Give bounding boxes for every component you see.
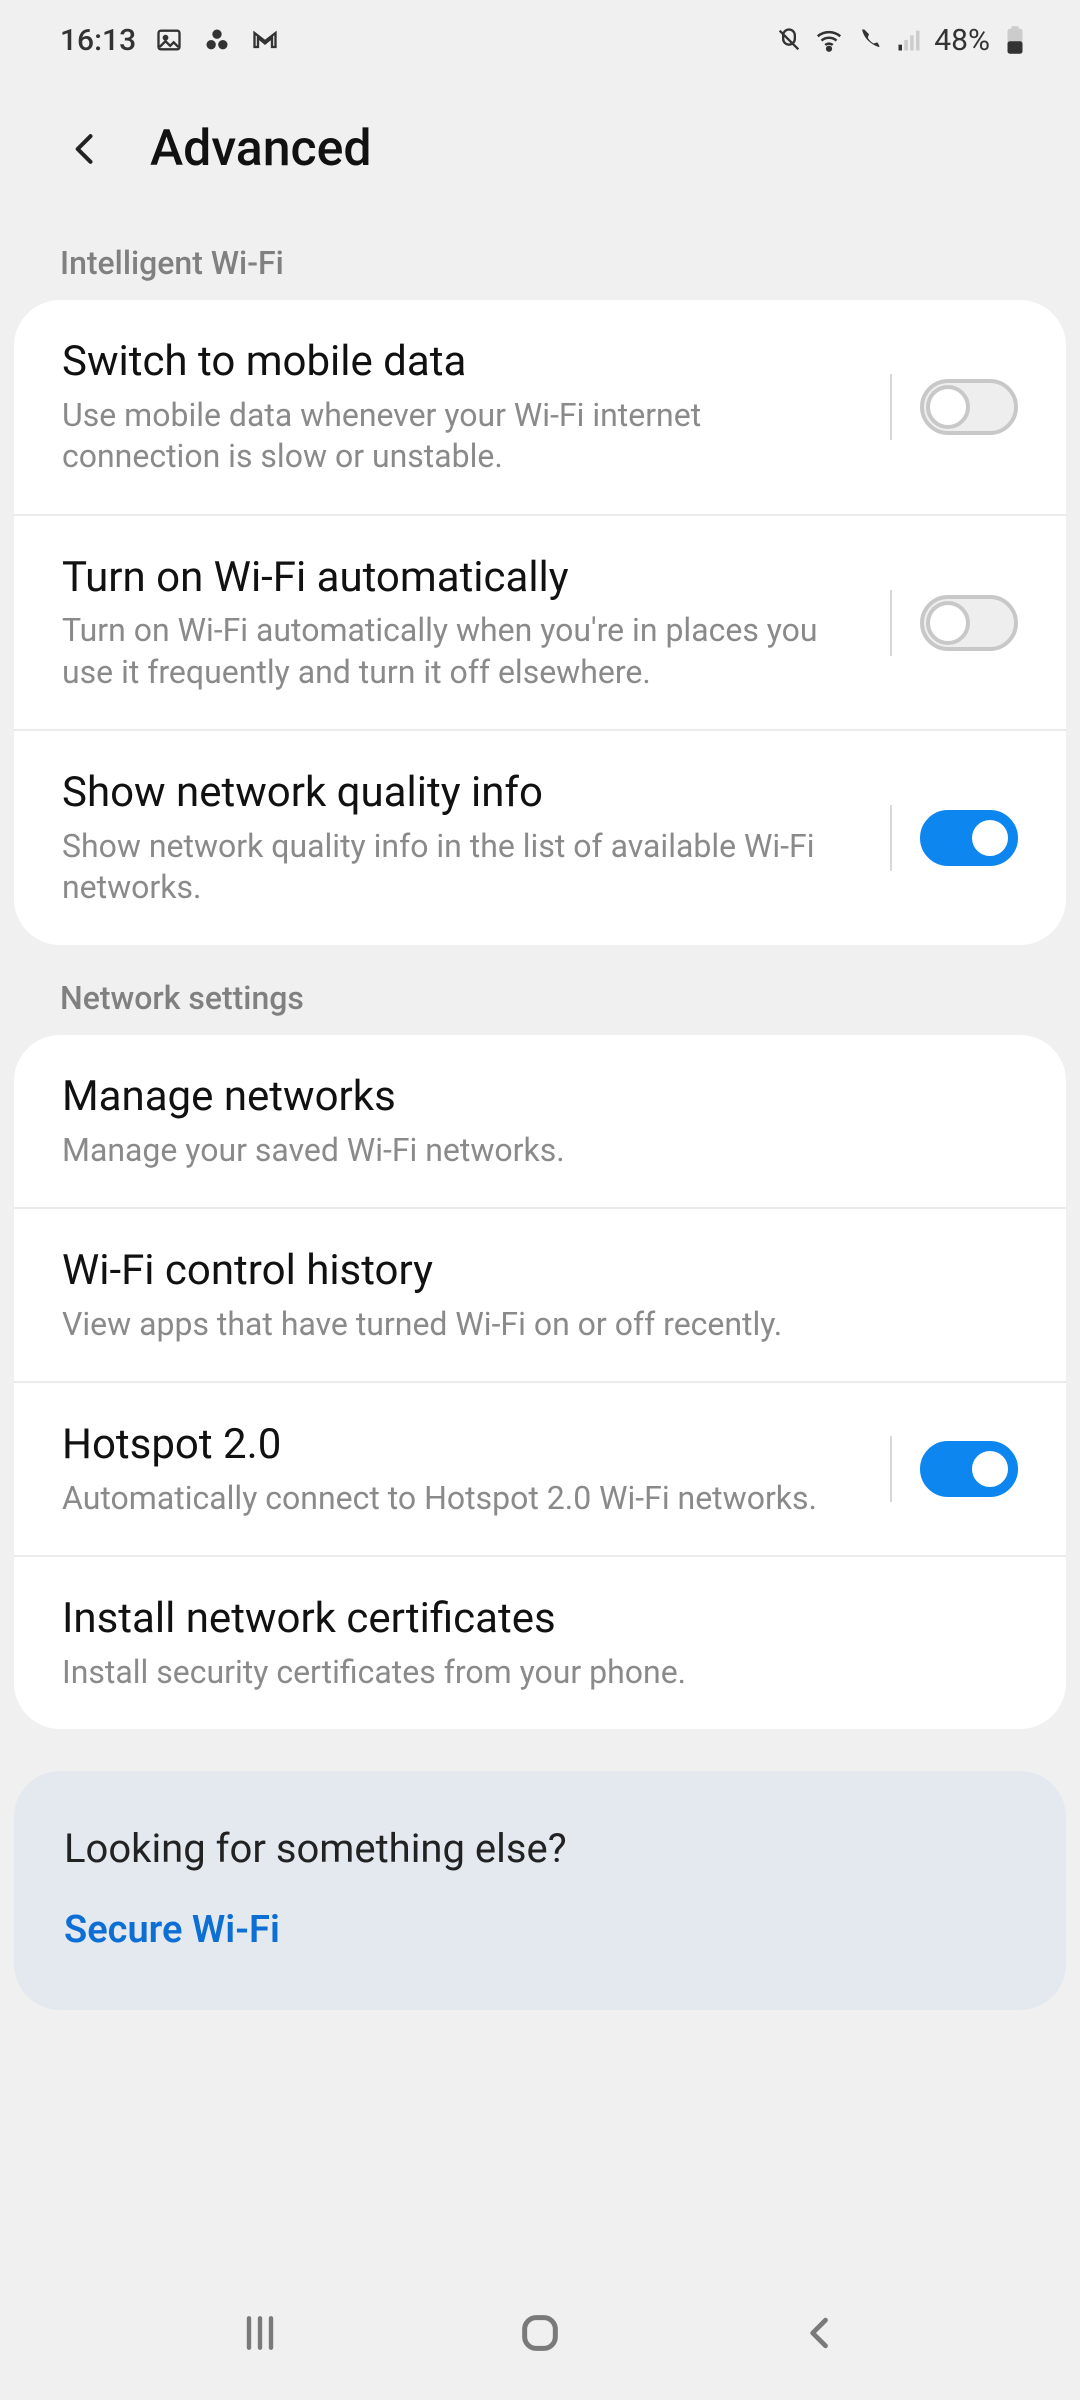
row-sub: Manage your saved Wi-Fi networks.	[62, 1130, 1008, 1172]
row-title: Manage networks	[62, 1071, 1008, 1124]
card-intelligent: Switch to mobile data Use mobile data wh…	[14, 300, 1066, 945]
vibrate-icon	[774, 25, 804, 55]
section-label-intelligent: Intelligent Wi-Fi	[0, 238, 1080, 300]
row-title: Install network certificates	[62, 1593, 1008, 1646]
status-left: 16:13	[60, 23, 280, 58]
row-title: Show network quality info	[62, 767, 856, 820]
divider	[890, 805, 892, 871]
picture-icon	[154, 25, 184, 55]
row-title: Turn on Wi-Fi automatically	[62, 552, 856, 605]
status-right: 48%	[774, 23, 1030, 58]
signal-icon	[894, 25, 924, 55]
row-hotspot[interactable]: Hotspot 2.0 Automatically connect to Hot…	[14, 1381, 1066, 1555]
divider	[890, 1436, 892, 1502]
row-title: Hotspot 2.0	[62, 1419, 856, 1472]
battery-icon	[1000, 25, 1030, 55]
wifi-calling-icon	[854, 25, 884, 55]
status-bar: 16:13 48%	[0, 0, 1080, 80]
toggle-network-quality[interactable]	[920, 810, 1018, 866]
toggle-auto-wifi[interactable]	[920, 595, 1018, 651]
row-auto-wifi[interactable]: Turn on Wi-Fi automatically Turn on Wi-F…	[14, 514, 1066, 730]
navigation-bar	[0, 2265, 1080, 2400]
toggle-switch-mobile-data[interactable]	[920, 379, 1018, 435]
divider	[890, 590, 892, 656]
nav-recents-button[interactable]	[230, 2303, 290, 2363]
row-sub: Install security certificates from your …	[62, 1652, 1008, 1694]
row-sub: Turn on Wi-Fi automatically when you're …	[62, 610, 856, 693]
battery-text: 48%	[934, 23, 990, 58]
wifi-icon	[814, 25, 844, 55]
row-switch-mobile-data[interactable]: Switch to mobile data Use mobile data wh…	[14, 300, 1066, 514]
app-header: Advanced	[0, 80, 1080, 238]
row-title: Wi-Fi control history	[62, 1245, 1008, 1298]
row-sub: View apps that have turned Wi-Fi on or o…	[62, 1304, 1008, 1346]
row-sub: Automatically connect to Hotspot 2.0 Wi-…	[62, 1478, 856, 1520]
row-sub: Use mobile data whenever your Wi-Fi inte…	[62, 395, 856, 478]
link-secure-wifi[interactable]: Secure Wi-Fi	[64, 1908, 1016, 1952]
section-label-network: Network settings	[0, 945, 1080, 1035]
row-manage-networks[interactable]: Manage networks Manage your saved Wi-Fi …	[14, 1035, 1066, 1207]
status-time: 16:13	[60, 23, 136, 58]
back-button[interactable]	[60, 124, 110, 174]
related-title: Looking for something else?	[64, 1825, 1016, 1872]
row-title: Switch to mobile data	[62, 336, 856, 389]
nav-back-button[interactable]	[790, 2303, 850, 2363]
dots-icon	[202, 25, 232, 55]
card-network: Manage networks Manage your saved Wi-Fi …	[14, 1035, 1066, 1729]
row-wifi-history[interactable]: Wi-Fi control history View apps that hav…	[14, 1207, 1066, 1381]
divider	[890, 374, 892, 440]
row-install-certs[interactable]: Install network certificates Install sec…	[14, 1555, 1066, 1729]
nav-home-button[interactable]	[510, 2303, 570, 2363]
toggle-hotspot[interactable]	[920, 1441, 1018, 1497]
page-title: Advanced	[150, 120, 372, 178]
related-card: Looking for something else? Secure Wi-Fi	[14, 1771, 1066, 2010]
gmail-icon	[250, 25, 280, 55]
row-network-quality[interactable]: Show network quality info Show network q…	[14, 729, 1066, 945]
row-sub: Show network quality info in the list of…	[62, 826, 856, 909]
